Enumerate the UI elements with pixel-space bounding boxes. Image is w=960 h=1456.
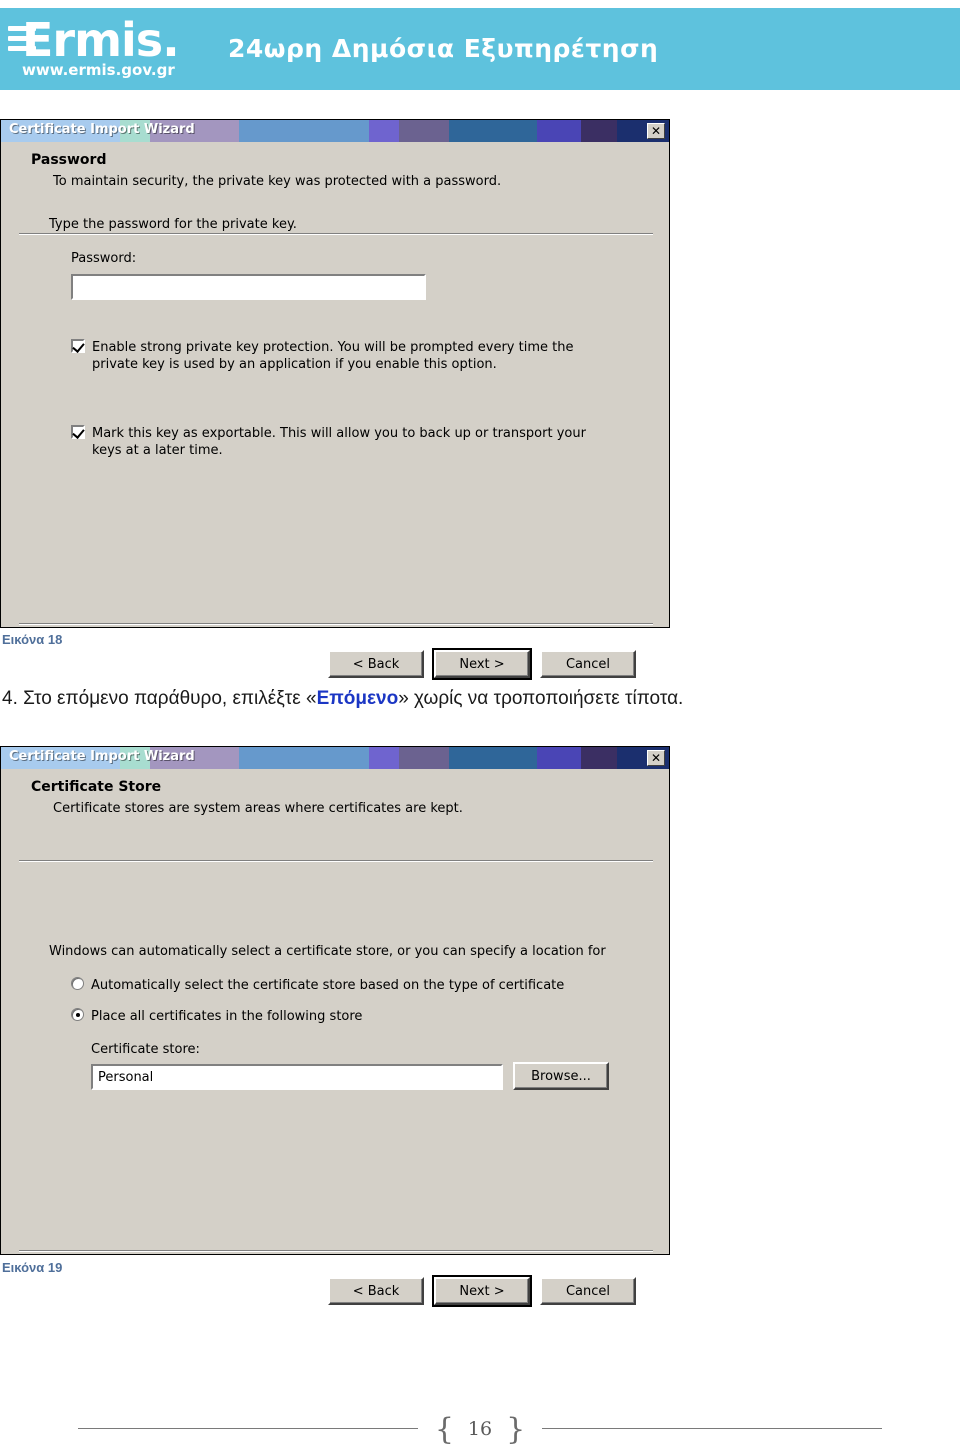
logo-wordmark-container: Ermis. — [8, 16, 198, 64]
ermis-logo: Ermis. www.ermis.gov.gr — [8, 16, 198, 79]
titlebar-band-2 — [537, 747, 582, 769]
next-button[interactable]: Next > — [432, 648, 532, 680]
titlebar-band-4 — [398, 747, 449, 769]
titlebar-band-5 — [368, 120, 399, 142]
titlebar-band-1 — [581, 120, 618, 142]
radio-automatic-store[interactable]: Automatically select the certificate sto… — [71, 977, 631, 994]
ermis-logo-bars-icon — [8, 26, 36, 60]
titlebar-band-6 — [239, 120, 369, 142]
radio-automatic-store-label: Automatically select the certificate sto… — [91, 978, 565, 993]
close-icon[interactable]: ✕ — [647, 123, 665, 139]
close-icon[interactable]: ✕ — [647, 750, 665, 766]
checkbox-mark-exportable[interactable]: Mark this key as exportable. This will a… — [71, 425, 591, 459]
password-label: Password: — [71, 251, 137, 266]
checkbox-strong-protection-box[interactable] — [71, 339, 85, 353]
footer-separator-dialog1 — [19, 623, 653, 625]
titlebar-dialog2[interactable]: Certificate Import Wizard ✕ — [1, 747, 669, 769]
radio-place-in-store-button[interactable] — [71, 1008, 84, 1021]
certificate-store-input[interactable]: Personal — [91, 1064, 503, 1090]
checkbox-mark-exportable-box[interactable] — [71, 425, 85, 439]
header-separator-dialog2 — [19, 860, 653, 862]
titlebar-band-4 — [398, 120, 449, 142]
dialog2-prompt: Windows can automatically select a certi… — [49, 944, 606, 959]
titlebar-band-2 — [537, 120, 582, 142]
footer-separator-dialog2 — [19, 1250, 653, 1252]
radio-place-in-store[interactable]: Place all certificates in the following … — [71, 1008, 631, 1025]
site-banner: Ermis. www.ermis.gov.gr 24ωρη Δημόσια Εξ… — [0, 8, 960, 90]
certificate-import-wizard-password-dialog: Certificate Import Wizard ✕ Password To … — [0, 119, 670, 680]
page-number-group: {16} — [0, 1412, 960, 1447]
titlebar-band-5 — [368, 747, 399, 769]
certificate-store-value: Personal — [98, 1069, 154, 1085]
step-4-prefix: 4. Στο επόμενο παράθυρο, επιλέξτε « — [2, 688, 317, 709]
brace-open: { — [434, 1412, 454, 1447]
titlebar-dialog1[interactable]: Certificate Import Wizard ✕ — [1, 120, 669, 142]
password-input[interactable] — [71, 274, 426, 300]
checkbox-mark-exportable-label: Mark this key as exportable. This will a… — [92, 426, 586, 458]
radio-automatic-store-button[interactable] — [71, 977, 84, 990]
header-separator-dialog1 — [19, 233, 653, 235]
dialog2-button-row: < Back Next > Cancel — [328, 1275, 636, 1307]
dialog2-header: Certificate Store Certificate stores are… — [1, 769, 669, 862]
cancel-button[interactable]: Cancel — [540, 650, 636, 678]
checkbox-strong-protection[interactable]: Enable strong private key protection. Yo… — [71, 339, 591, 373]
radio-place-in-store-label: Place all certificates in the following … — [91, 1009, 363, 1024]
figure-19-caption: Εικόνα 19 — [2, 1260, 63, 1275]
cancel-button[interactable]: Cancel — [540, 1277, 636, 1305]
dialog1-prompt: Type the password for the private key. — [49, 217, 297, 232]
back-button[interactable]: < Back — [328, 1277, 424, 1305]
dialog1-header: Password To maintain security, the priva… — [1, 142, 669, 235]
dialog1-head-subtitle: To maintain security, the private key wa… — [53, 174, 502, 189]
banner-title: 24ωρη Δημόσια Εξυπηρέτηση — [228, 34, 659, 63]
dialog2-head-title: Certificate Store — [31, 779, 162, 795]
step-4-suffix: » χωρίς να τροποποιήσετε τίποτα. — [398, 688, 684, 709]
next-button[interactable]: Next > — [432, 1275, 532, 1307]
browse-button[interactable]: Browse... — [513, 1062, 609, 1090]
page-footer: {16} — [0, 1408, 960, 1448]
window-title-dialog2: Certificate Import Wizard — [9, 749, 195, 764]
logo-wordmark-text: Ermis. — [22, 13, 180, 67]
certificate-import-wizard-store-dialog: Certificate Import Wizard ✕ Certificate … — [0, 746, 670, 1307]
titlebar-band-3 — [448, 120, 538, 142]
checkbox-strong-protection-label: Enable strong private key protection. Yo… — [92, 340, 574, 372]
brace-close: } — [506, 1412, 526, 1447]
dialog2-head-subtitle: Certificate stores are system areas wher… — [53, 801, 463, 816]
certificate-store-label: Certificate store: — [91, 1042, 200, 1057]
titlebar-band-3 — [448, 747, 538, 769]
titlebar-band-1 — [581, 747, 618, 769]
figure-18-caption: Εικόνα 18 — [2, 632, 63, 647]
window-title-dialog1: Certificate Import Wizard — [9, 122, 195, 137]
step-4-paragraph: 4. Στο επόμενο παράθυρο, επιλέξτε «Επόμε… — [2, 688, 683, 710]
dialog1-button-row: < Back Next > Cancel — [328, 648, 636, 680]
step-4-highlight: Επόμενο — [316, 688, 399, 709]
dialog1-head-title: Password — [31, 152, 107, 168]
titlebar-band-6 — [239, 747, 369, 769]
back-button[interactable]: < Back — [328, 650, 424, 678]
page-number: 16 — [467, 1418, 493, 1440]
